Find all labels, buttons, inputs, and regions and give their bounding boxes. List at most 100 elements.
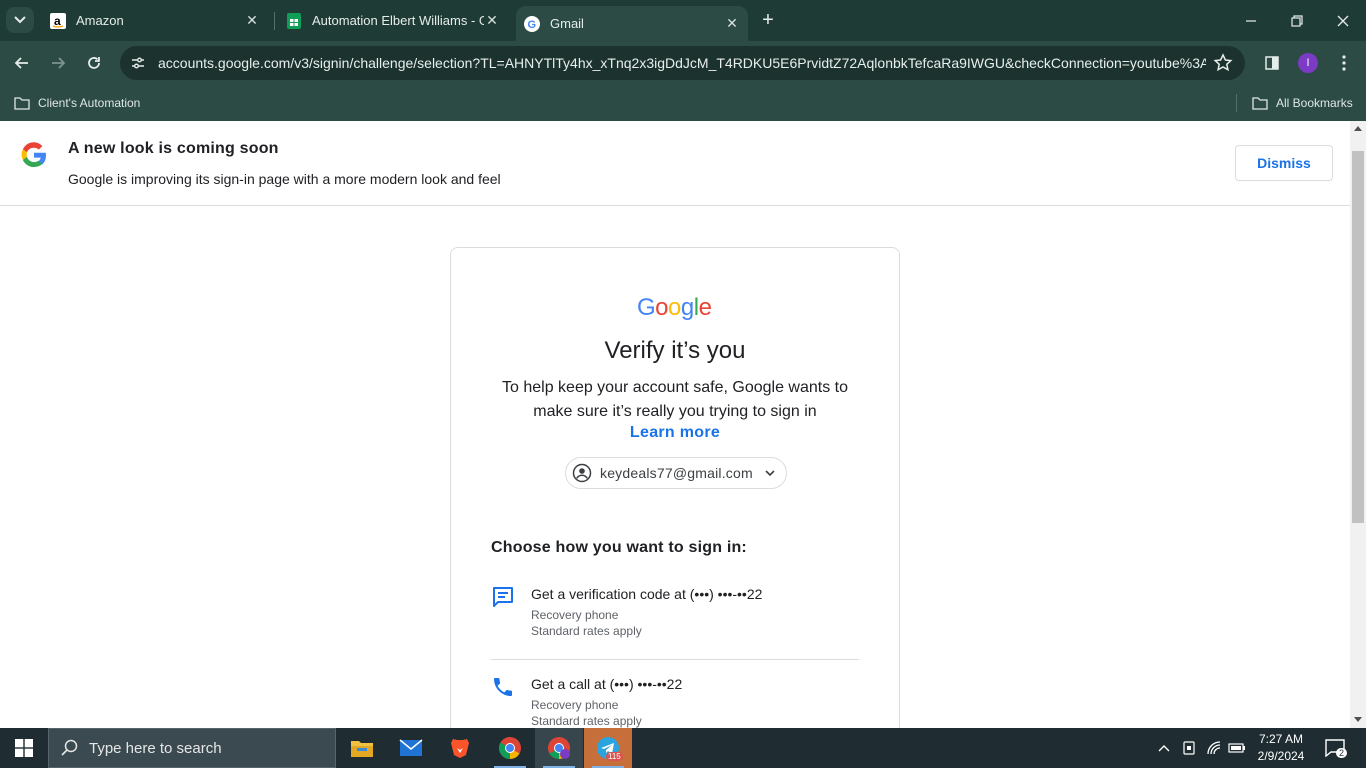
minimize-icon <box>1246 19 1256 22</box>
system-clock[interactable]: 7:27 AM 2/9/2024 <box>1250 731 1312 765</box>
close-tab-icon[interactable]: ✕ <box>484 12 500 29</box>
mail-app[interactable] <box>387 728 435 768</box>
windows-taskbar: Type here to search 115 7:27 AM 2/9/2024… <box>0 728 1366 768</box>
choose-method-label: Choose how you want to sign in: <box>491 539 747 556</box>
phone-icon <box>494 678 512 696</box>
tab-title: Amazon <box>76 13 124 28</box>
option-divider <box>491 659 859 660</box>
folder-icon <box>14 97 30 110</box>
new-tab-button[interactable]: + <box>758 10 778 30</box>
mail-icon <box>399 739 423 756</box>
browser-toolbar: accounts.google.com/v3/signin/challenge/… <box>0 41 1366 85</box>
google-icon: G <box>524 15 540 32</box>
battery-tray[interactable] <box>1226 728 1248 768</box>
option-title: Get a call at (•••) •••-••22 <box>531 676 683 692</box>
notification-count-badge: 2 <box>1336 748 1348 758</box>
tab-title: Automation Elbert Williams - G <box>312 13 484 28</box>
search-placeholder: Type here to search <box>89 739 222 757</box>
close-tab-icon[interactable]: ✕ <box>244 12 260 29</box>
clock-date: 2/9/2024 <box>1257 749 1305 763</box>
tab-automation-sheet[interactable]: Automation Elbert Williams - G ✕ <box>278 0 508 41</box>
back-button[interactable] <box>10 51 34 75</box>
option-subtitle: Recovery phone <box>531 698 619 712</box>
minimize-button[interactable] <box>1228 0 1274 41</box>
message-icon <box>493 587 513 607</box>
amazon-icon: a <box>50 12 66 29</box>
chrome-icon <box>499 737 521 759</box>
bookmarks-bar: Client's Automation All Bookmarks <box>0 85 1366 121</box>
telegram-app[interactable]: 115 <box>584 728 632 768</box>
option-subtitle: Recovery phone <box>531 608 619 622</box>
chevron-up-icon <box>1158 745 1170 752</box>
page-title: Verify it’s you <box>604 337 746 364</box>
tray-overflow-button[interactable] <box>1154 728 1174 768</box>
option-rates-note: Standard rates apply <box>531 624 642 638</box>
url-text[interactable]: accounts.google.com/v3/signin/challenge/… <box>158 55 1206 71</box>
address-bar[interactable]: accounts.google.com/v3/signin/challenge/… <box>120 46 1245 80</box>
meet-now-tray[interactable] <box>1178 728 1200 768</box>
svg-text:G: G <box>528 19 537 31</box>
banner-title: A new look is coming soon <box>68 140 279 157</box>
reload-icon <box>88 57 100 69</box>
tab-gmail[interactable]: G Gmail ✕ <box>516 6 748 41</box>
arrow-right-icon <box>52 57 66 69</box>
reload-button[interactable] <box>82 51 106 75</box>
option-phone-call[interactable]: Get a call at (•••) •••-••22 Recovery ph… <box>491 675 859 728</box>
chrome-profile-icon <box>548 737 570 759</box>
dismiss-button[interactable]: Dismiss <box>1235 145 1333 181</box>
tab-search-button[interactable] <box>6 7 34 33</box>
restore-icon <box>1291 14 1303 27</box>
brave-browser-app[interactable] <box>436 728 484 768</box>
battery-icon <box>1228 743 1245 753</box>
file-explorer-icon <box>351 741 373 757</box>
wifi-icon <box>1207 741 1221 755</box>
bookmark-label: All Bookmarks <box>1276 96 1353 110</box>
device-icon <box>1183 741 1195 755</box>
tab-amazon[interactable]: a Amazon ✕ <box>40 0 270 41</box>
bookmark-star-icon[interactable] <box>1213 53 1233 73</box>
option-title: Get a verification code at (•••) •••-••2… <box>531 586 763 602</box>
folder-icon <box>1252 97 1268 110</box>
chrome-app[interactable] <box>486 728 534 768</box>
close-icon <box>1337 15 1349 26</box>
close-window-button[interactable] <box>1320 0 1366 41</box>
more-vert-icon <box>1342 55 1346 71</box>
option-verification-code[interactable]: Get a verification code at (•••) •••-••2… <box>491 585 859 675</box>
network-tray[interactable] <box>1203 728 1225 768</box>
notification-center-button[interactable]: 2 <box>1320 728 1350 768</box>
google-logo-icon <box>21 142 47 168</box>
menu-button[interactable] <box>1332 51 1356 75</box>
site-info-icon[interactable] <box>126 51 150 75</box>
account-email: keydeals77@gmail.com <box>600 465 753 481</box>
scroll-up-arrow-icon[interactable] <box>1354 126 1362 131</box>
new-look-banner: A new look is coming soon Google is impr… <box>0 121 1350 206</box>
option-rates-note: Standard rates apply <box>531 714 642 728</box>
learn-more-link[interactable]: Learn more <box>451 424 899 442</box>
chrome-profile-app[interactable] <box>535 728 583 768</box>
bookmark-separator <box>1236 94 1237 112</box>
google-sheets-icon <box>286 12 302 29</box>
clock-time: 7:27 AM <box>1258 732 1304 746</box>
side-panel-icon <box>1265 56 1279 70</box>
page-scrollbar[interactable] <box>1350 121 1366 728</box>
svg-text:a: a <box>54 14 61 28</box>
signin-card: Google Verify it’s you To help keep your… <box>450 247 900 728</box>
brave-lion-icon <box>451 739 469 758</box>
close-tab-icon[interactable]: ✕ <box>724 15 740 32</box>
account-chip[interactable]: keydeals77@gmail.com <box>565 457 787 489</box>
bookmark-folder-clients-automation[interactable]: Client's Automation <box>14 93 140 113</box>
file-explorer-app[interactable] <box>338 728 386 768</box>
restore-button[interactable] <box>1274 0 1320 41</box>
bookmark-folder-all-bookmarks[interactable]: All Bookmarks <box>1252 93 1353 113</box>
bookmark-label: Client's Automation <box>38 96 141 110</box>
start-button[interactable] <box>0 728 48 768</box>
side-panel-button[interactable] <box>1260 51 1284 75</box>
forward-button[interactable] <box>46 51 70 75</box>
scrollbar-thumb[interactable] <box>1352 151 1364 523</box>
scroll-down-arrow-icon[interactable] <box>1354 717 1362 722</box>
tab-title: Gmail <box>550 16 584 31</box>
telegram-unread-badge: 115 <box>606 752 623 761</box>
taskbar-search-box[interactable]: Type here to search <box>48 728 336 768</box>
google-wordmark-logo: Google <box>637 294 712 321</box>
profile-avatar[interactable]: I <box>1298 53 1318 73</box>
